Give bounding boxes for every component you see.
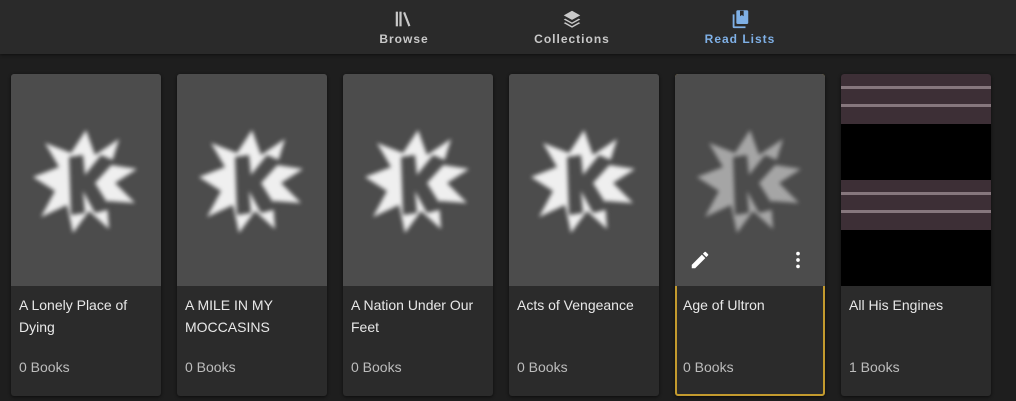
readlist-book-count: 0 Books (185, 359, 236, 375)
readlist-card[interactable]: A Nation Under Our Feet 0 Books (343, 74, 493, 396)
read-list-icon (732, 10, 749, 29)
readlist-cover (11, 74, 161, 286)
tab-collections[interactable]: Collections (530, 0, 614, 54)
readlist-card[interactable]: All His Engines 1 Books (841, 74, 991, 396)
tab-collections-label: Collections (534, 32, 610, 46)
readlist-book-count: 0 Books (517, 359, 568, 375)
book-thumbnail (916, 180, 991, 230)
book-thumbnail (841, 180, 916, 230)
readlist-card[interactable]: A Lonely Place of Dying 0 Books (11, 74, 161, 396)
layers-icon (563, 10, 581, 28)
readlist-book-count: 0 Books (683, 359, 734, 375)
komga-placeholder-icon (199, 130, 303, 233)
readlist-title: Acts of Vengeance (517, 297, 634, 313)
komga-placeholder-icon (365, 130, 469, 233)
readlist-title: Age of Ultron (683, 297, 765, 313)
readlist-card[interactable]: A MILE IN MY MOCCASINS 0 Books (177, 74, 327, 396)
readlist-cover (675, 74, 825, 286)
readlist-card[interactable]: Age of Ultron 0 Books (675, 74, 825, 396)
readlist-book-count: 0 Books (19, 359, 70, 375)
readlist-cover-mosaic (841, 74, 991, 286)
readlist-title: A MILE IN MY MOCCASINS (185, 297, 273, 335)
komga-placeholder-icon (697, 130, 801, 233)
book-thumbnail (841, 74, 916, 124)
readlist-cover (343, 74, 493, 286)
readlist-cover (509, 74, 659, 286)
readlist-card[interactable]: Acts of Vengeance 0 Books (509, 74, 659, 396)
readlist-title: All His Engines (849, 297, 944, 313)
tab-read-lists[interactable]: Read Lists (700, 0, 780, 54)
tab-read-lists-label: Read Lists (704, 32, 776, 46)
edit-icon[interactable] (689, 249, 711, 271)
komga-placeholder-icon (33, 130, 137, 233)
readlist-cover (177, 74, 327, 286)
readlist-title: A Nation Under Our Feet (351, 297, 474, 335)
book-thumbnail (916, 74, 991, 124)
readlist-title: A Lonely Place of Dying (19, 297, 128, 335)
library-icon (395, 11, 411, 27)
readlist-book-count: 0 Books (351, 359, 402, 375)
tab-browse-label: Browse (379, 32, 429, 46)
tab-browse[interactable]: Browse (372, 0, 436, 54)
komga-placeholder-icon (531, 130, 635, 233)
readlist-book-count: 1 Books (849, 359, 900, 375)
top-nav-bar: Browse Collections Read Lists (0, 0, 1016, 54)
more-vert-icon[interactable] (787, 248, 809, 272)
